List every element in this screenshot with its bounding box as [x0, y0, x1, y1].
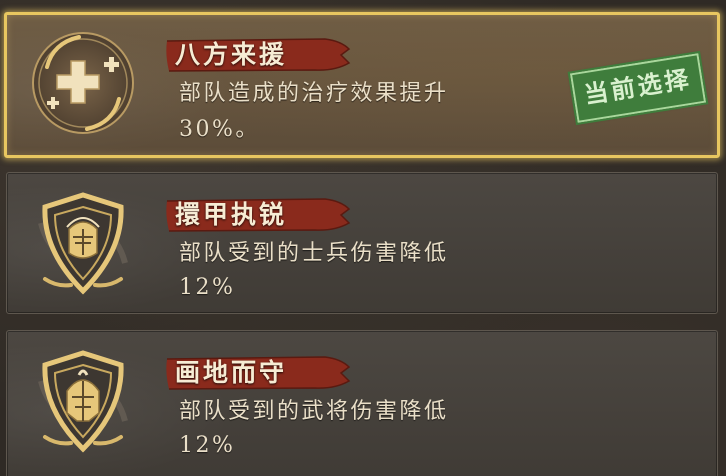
option-card-bafang-laiyuan[interactable]: 八方来援 部队造成的治疗效果提升 30%。 当前选择	[4, 12, 720, 158]
option-card-huadi-ershou[interactable]: 画地而守 部队受到的武将伤害降低 12%	[6, 330, 718, 476]
option-title: 八方来援	[175, 40, 288, 69]
option-title: 擐甲执锐	[175, 200, 288, 229]
option-description-line2: 12%	[179, 433, 236, 458]
current-selection-stamp: 当前选择	[567, 50, 709, 126]
option-description-line2: 30%。	[179, 117, 260, 142]
option-title: 画地而守	[175, 358, 288, 387]
option-title-plate: 擐甲执锐	[165, 197, 351, 233]
option-description-line1: 部队受到的士兵伤害降低	[179, 241, 449, 266]
option-card-huanjia-zhirui[interactable]: 擐甲执锐 部队受到的士兵伤害降低 12%	[6, 172, 718, 314]
option-description-line1: 部队受到的武将伤害降低	[179, 399, 449, 424]
option-title-plate: 八方来援	[165, 37, 351, 73]
option-description-line2: 12%	[179, 275, 236, 300]
general-shield-icon	[27, 345, 139, 457]
option-description-line1: 部队造成的治疗效果提升	[179, 81, 449, 106]
healing-cross-icon	[27, 27, 139, 139]
soldier-shield-icon	[27, 187, 139, 299]
option-title-plate: 画地而守	[165, 355, 351, 391]
talent-option-list: 八方来援 部队造成的治疗效果提升 30%。 当前选择 擐甲执锐 部队受到的士兵伤…	[0, 0, 726, 476]
